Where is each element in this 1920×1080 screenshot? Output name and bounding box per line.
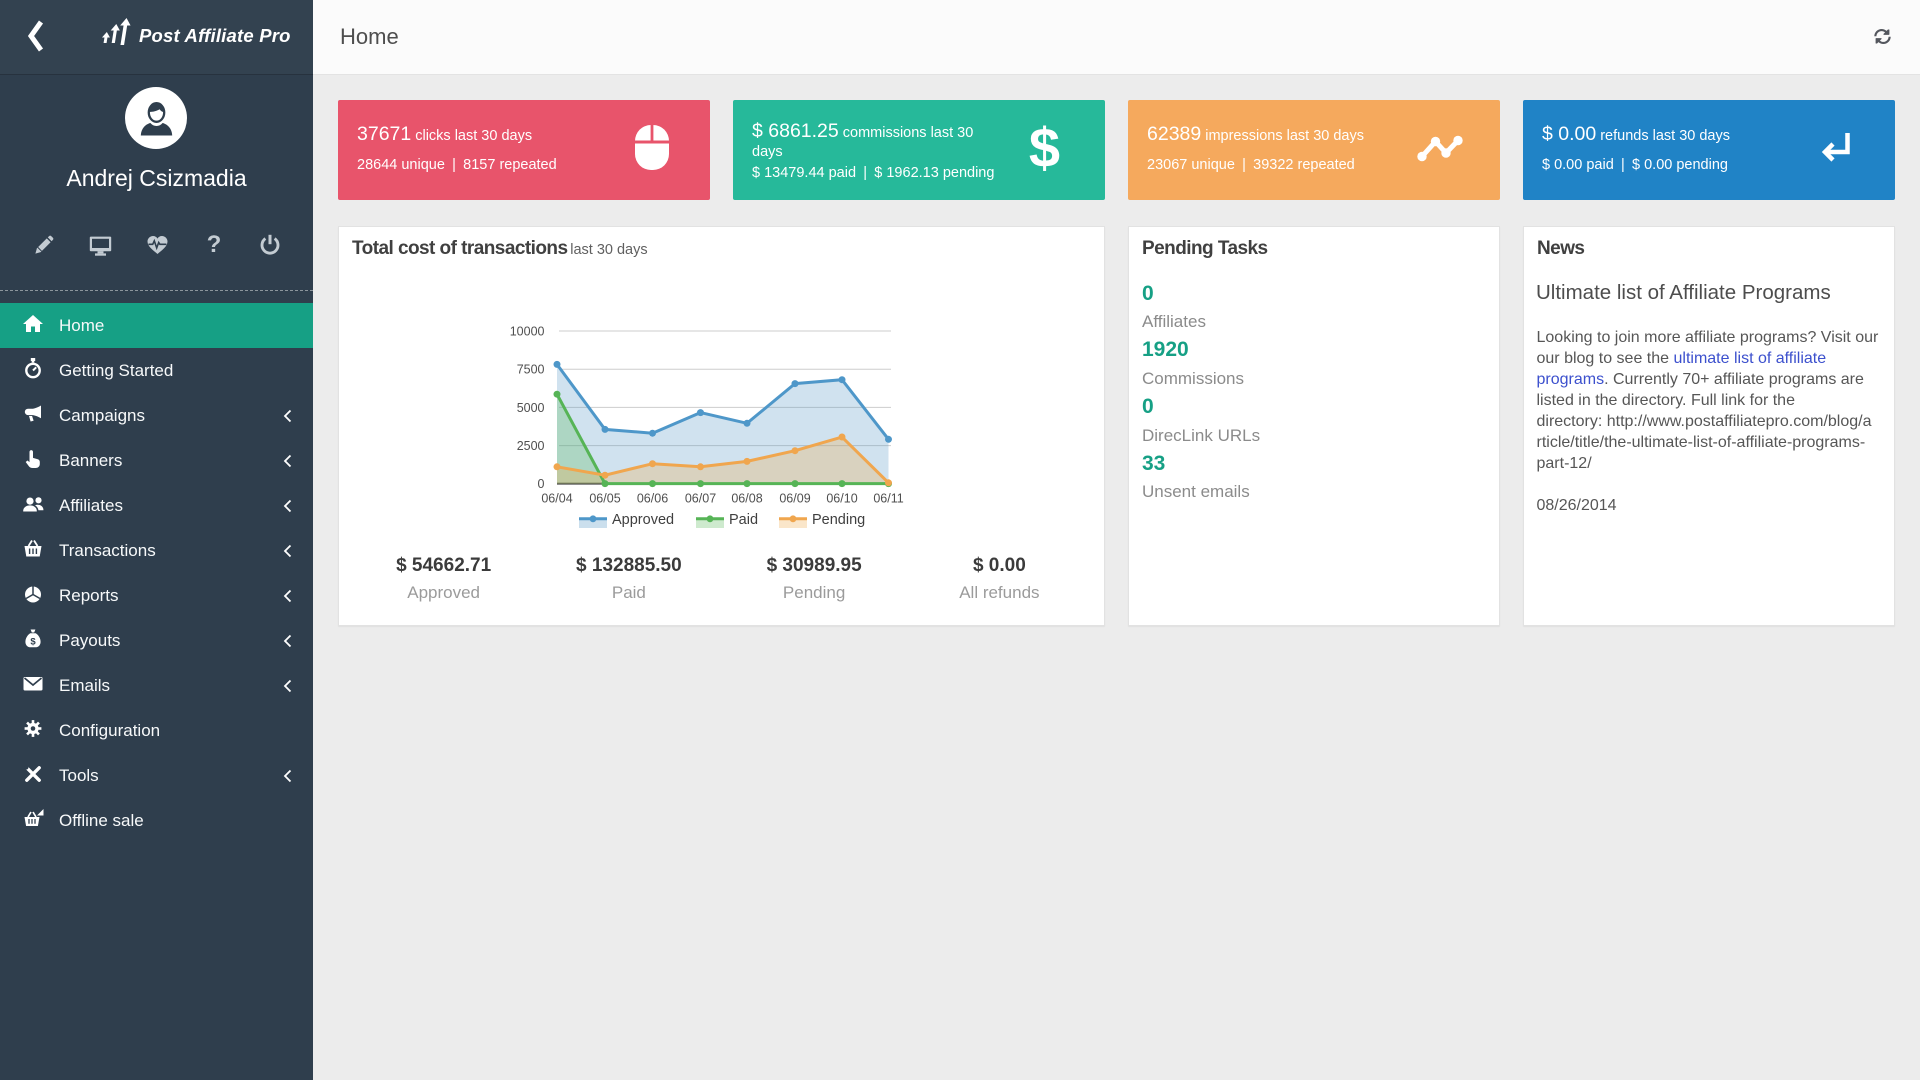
svg-text:$: $ — [30, 636, 36, 647]
svg-text:06/10: 06/10 — [826, 492, 857, 506]
svg-text:06/09: 06/09 — [779, 492, 810, 506]
svg-text:06/11: 06/11 — [873, 492, 903, 506]
svg-text:06/06: 06/06 — [637, 492, 668, 506]
svg-text:06/08: 06/08 — [731, 492, 762, 506]
svg-text:10000: 10000 — [510, 325, 545, 339]
svg-text:Approved: Approved — [612, 512, 674, 528]
svg-text:Paid: Paid — [729, 512, 758, 528]
svg-text:06/04: 06/04 — [541, 492, 572, 506]
svg-text:5000: 5000 — [517, 401, 545, 415]
svg-text:Pending: Pending — [812, 512, 865, 528]
svg-text:06/07: 06/07 — [685, 492, 716, 506]
svg-text:7500: 7500 — [517, 363, 545, 377]
svg-text:?: ? — [207, 233, 222, 257]
svg-text:0: 0 — [538, 477, 545, 491]
svg-text:2500: 2500 — [517, 439, 545, 453]
svg-text:06/05: 06/05 — [589, 492, 620, 506]
